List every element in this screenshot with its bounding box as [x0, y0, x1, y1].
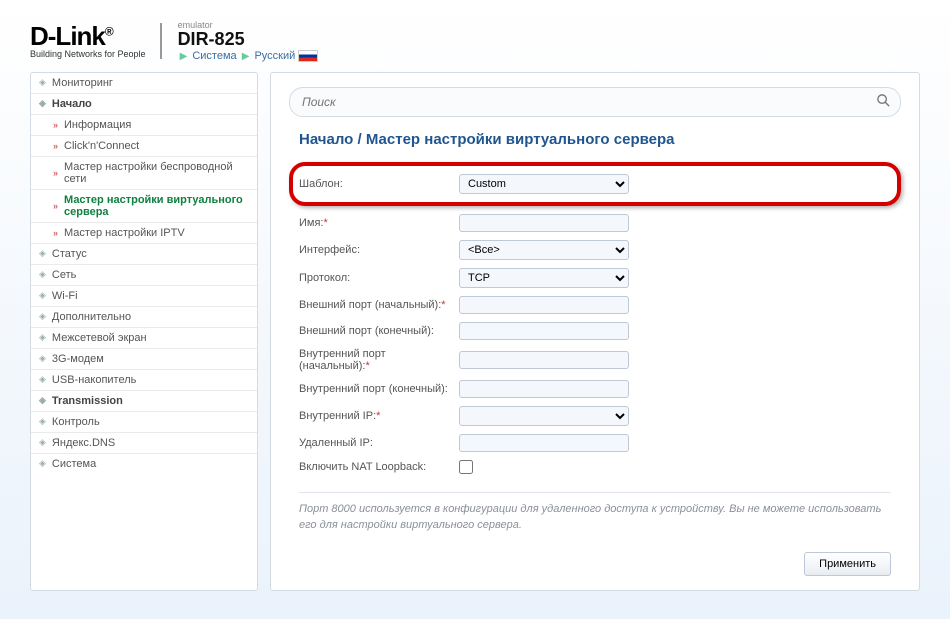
- bullet-icon: ◈: [39, 290, 46, 301]
- input-int-port-start[interactable]: [459, 351, 629, 369]
- checkbox-nat-loopback[interactable]: [459, 460, 473, 474]
- bullet-icon: ◈: [39, 353, 46, 364]
- sidebar-item-status[interactable]: ◈Статус: [31, 244, 257, 265]
- sidebar-item-monitoring[interactable]: ◈Мониторинг: [31, 73, 257, 94]
- flag-russia-icon: [298, 50, 318, 62]
- chevron-icon: »: [53, 201, 58, 211]
- model-name: DIR-825: [178, 30, 319, 50]
- link-language[interactable]: Русский: [254, 50, 295, 62]
- search-box: [289, 87, 901, 117]
- label-template: Шаблон:: [299, 178, 449, 190]
- sidebar-item-wifi-wizard[interactable]: »Мастер настройки беспроводной сети: [31, 157, 257, 190]
- input-remote-ip[interactable]: [459, 434, 629, 452]
- sidebar-item-system[interactable]: ◈Система: [31, 454, 257, 474]
- select-interface[interactable]: <Все>: [459, 240, 629, 260]
- search-input[interactable]: [289, 87, 901, 117]
- bullet-icon: ◈: [39, 458, 46, 469]
- logo: D-Link®: [30, 23, 146, 49]
- apply-button[interactable]: Применить: [804, 552, 891, 576]
- label-ext-port-end: Внешний порт (конечный):: [299, 325, 449, 337]
- label-int-port-end: Внутренний порт (конечный):: [299, 383, 449, 395]
- label-internal-ip: Внутренний IP:*: [299, 410, 449, 422]
- label-ext-port-start: Внешний порт (начальный):*: [299, 299, 449, 311]
- sidebar-item-network[interactable]: ◈Сеть: [31, 265, 257, 286]
- bullet-icon: ◈: [39, 395, 46, 406]
- arrow-icon: ▶: [240, 51, 252, 62]
- bullet-icon: ◈: [39, 437, 46, 448]
- bullet-icon: ◈: [39, 77, 46, 88]
- label-interface: Интерфейс:: [299, 244, 449, 256]
- bullet-icon: ◈: [39, 374, 46, 385]
- header-links: ▶ Система ▶ Русский: [178, 50, 319, 62]
- select-protocol[interactable]: TCP: [459, 268, 629, 288]
- sidebar-item-transmission[interactable]: ◈Transmission: [31, 391, 257, 412]
- tagline: Building Networks for People: [30, 49, 146, 59]
- bullet-icon: ◈: [39, 98, 46, 109]
- breadcrumb-root[interactable]: Начало: [299, 131, 353, 148]
- bullet-icon: ◈: [39, 332, 46, 343]
- sidebar-item-wifi[interactable]: ◈Wi-Fi: [31, 286, 257, 307]
- sidebar-item-iptv-wizard[interactable]: »Мастер настройки IPTV: [31, 223, 257, 244]
- input-int-port-end[interactable]: [459, 380, 629, 398]
- bullet-icon: ◈: [39, 248, 46, 259]
- header: D-Link® Building Networks for People emu…: [30, 20, 920, 62]
- label-name: Имя:*: [299, 217, 449, 229]
- bullet-icon: ◈: [39, 416, 46, 427]
- model-block: emulator DIR-825 ▶ Система ▶ Русский: [178, 20, 319, 62]
- sidebar-item-advanced[interactable]: ◈Дополнительно: [31, 307, 257, 328]
- input-ext-port-start[interactable]: [459, 296, 629, 314]
- bullet-icon: ◈: [39, 311, 46, 322]
- link-system[interactable]: Система: [192, 50, 236, 62]
- select-template[interactable]: Custom: [459, 174, 629, 194]
- vserver-form: Шаблон: Custom Имя:* Интерфейс: <Все> Пр…: [289, 162, 901, 576]
- sidebar-item-firewall[interactable]: ◈Межсетевой экран: [31, 328, 257, 349]
- sidebar-item-3g-modem[interactable]: ◈3G-модем: [31, 349, 257, 370]
- sidebar-item-info[interactable]: »Информация: [31, 115, 257, 136]
- input-ext-port-end[interactable]: [459, 322, 629, 340]
- label-int-port-start: Внутренний порт (начальный):*: [299, 348, 449, 372]
- bullet-icon: ◈: [39, 269, 46, 280]
- chevron-icon: »: [53, 228, 58, 238]
- select-internal-ip[interactable]: [459, 406, 629, 426]
- arrow-icon: ▶: [178, 51, 190, 62]
- port-note: Порт 8000 используется в конфигурации дл…: [299, 501, 891, 534]
- template-highlight: Шаблон: Custom: [289, 162, 901, 206]
- sidebar-item-yandexdns[interactable]: ◈Яндекс.DNS: [31, 433, 257, 454]
- search-icon[interactable]: [876, 93, 891, 111]
- sidebar-item-clicknconnect[interactable]: »Click'n'Connect: [31, 136, 257, 157]
- input-name[interactable]: [459, 214, 629, 232]
- sidebar: ◈Мониторинг ◈Начало »Информация »Click'n…: [30, 72, 258, 591]
- main-panel: Начало / Мастер настройки виртуального с…: [270, 72, 920, 591]
- label-protocol: Протокол:: [299, 272, 449, 284]
- breadcrumb: Начало / Мастер настройки виртуального с…: [299, 131, 901, 148]
- sidebar-item-start[interactable]: ◈Начало: [31, 94, 257, 115]
- chevron-icon: »: [53, 168, 58, 178]
- logo-block: D-Link® Building Networks for People: [30, 23, 162, 59]
- chevron-icon: »: [53, 120, 58, 130]
- sidebar-item-usb[interactable]: ◈USB-накопитель: [31, 370, 257, 391]
- label-remote-ip: Удаленный IP:: [299, 437, 449, 449]
- label-nat-loopback: Включить NAT Loopback:: [299, 461, 449, 473]
- breadcrumb-page: Мастер настройки виртуального сервера: [366, 131, 675, 148]
- chevron-icon: »: [53, 141, 58, 151]
- sidebar-item-control[interactable]: ◈Контроль: [31, 412, 257, 433]
- sidebar-item-vserver-wizard[interactable]: »Мастер настройки виртуального сервера: [31, 190, 257, 223]
